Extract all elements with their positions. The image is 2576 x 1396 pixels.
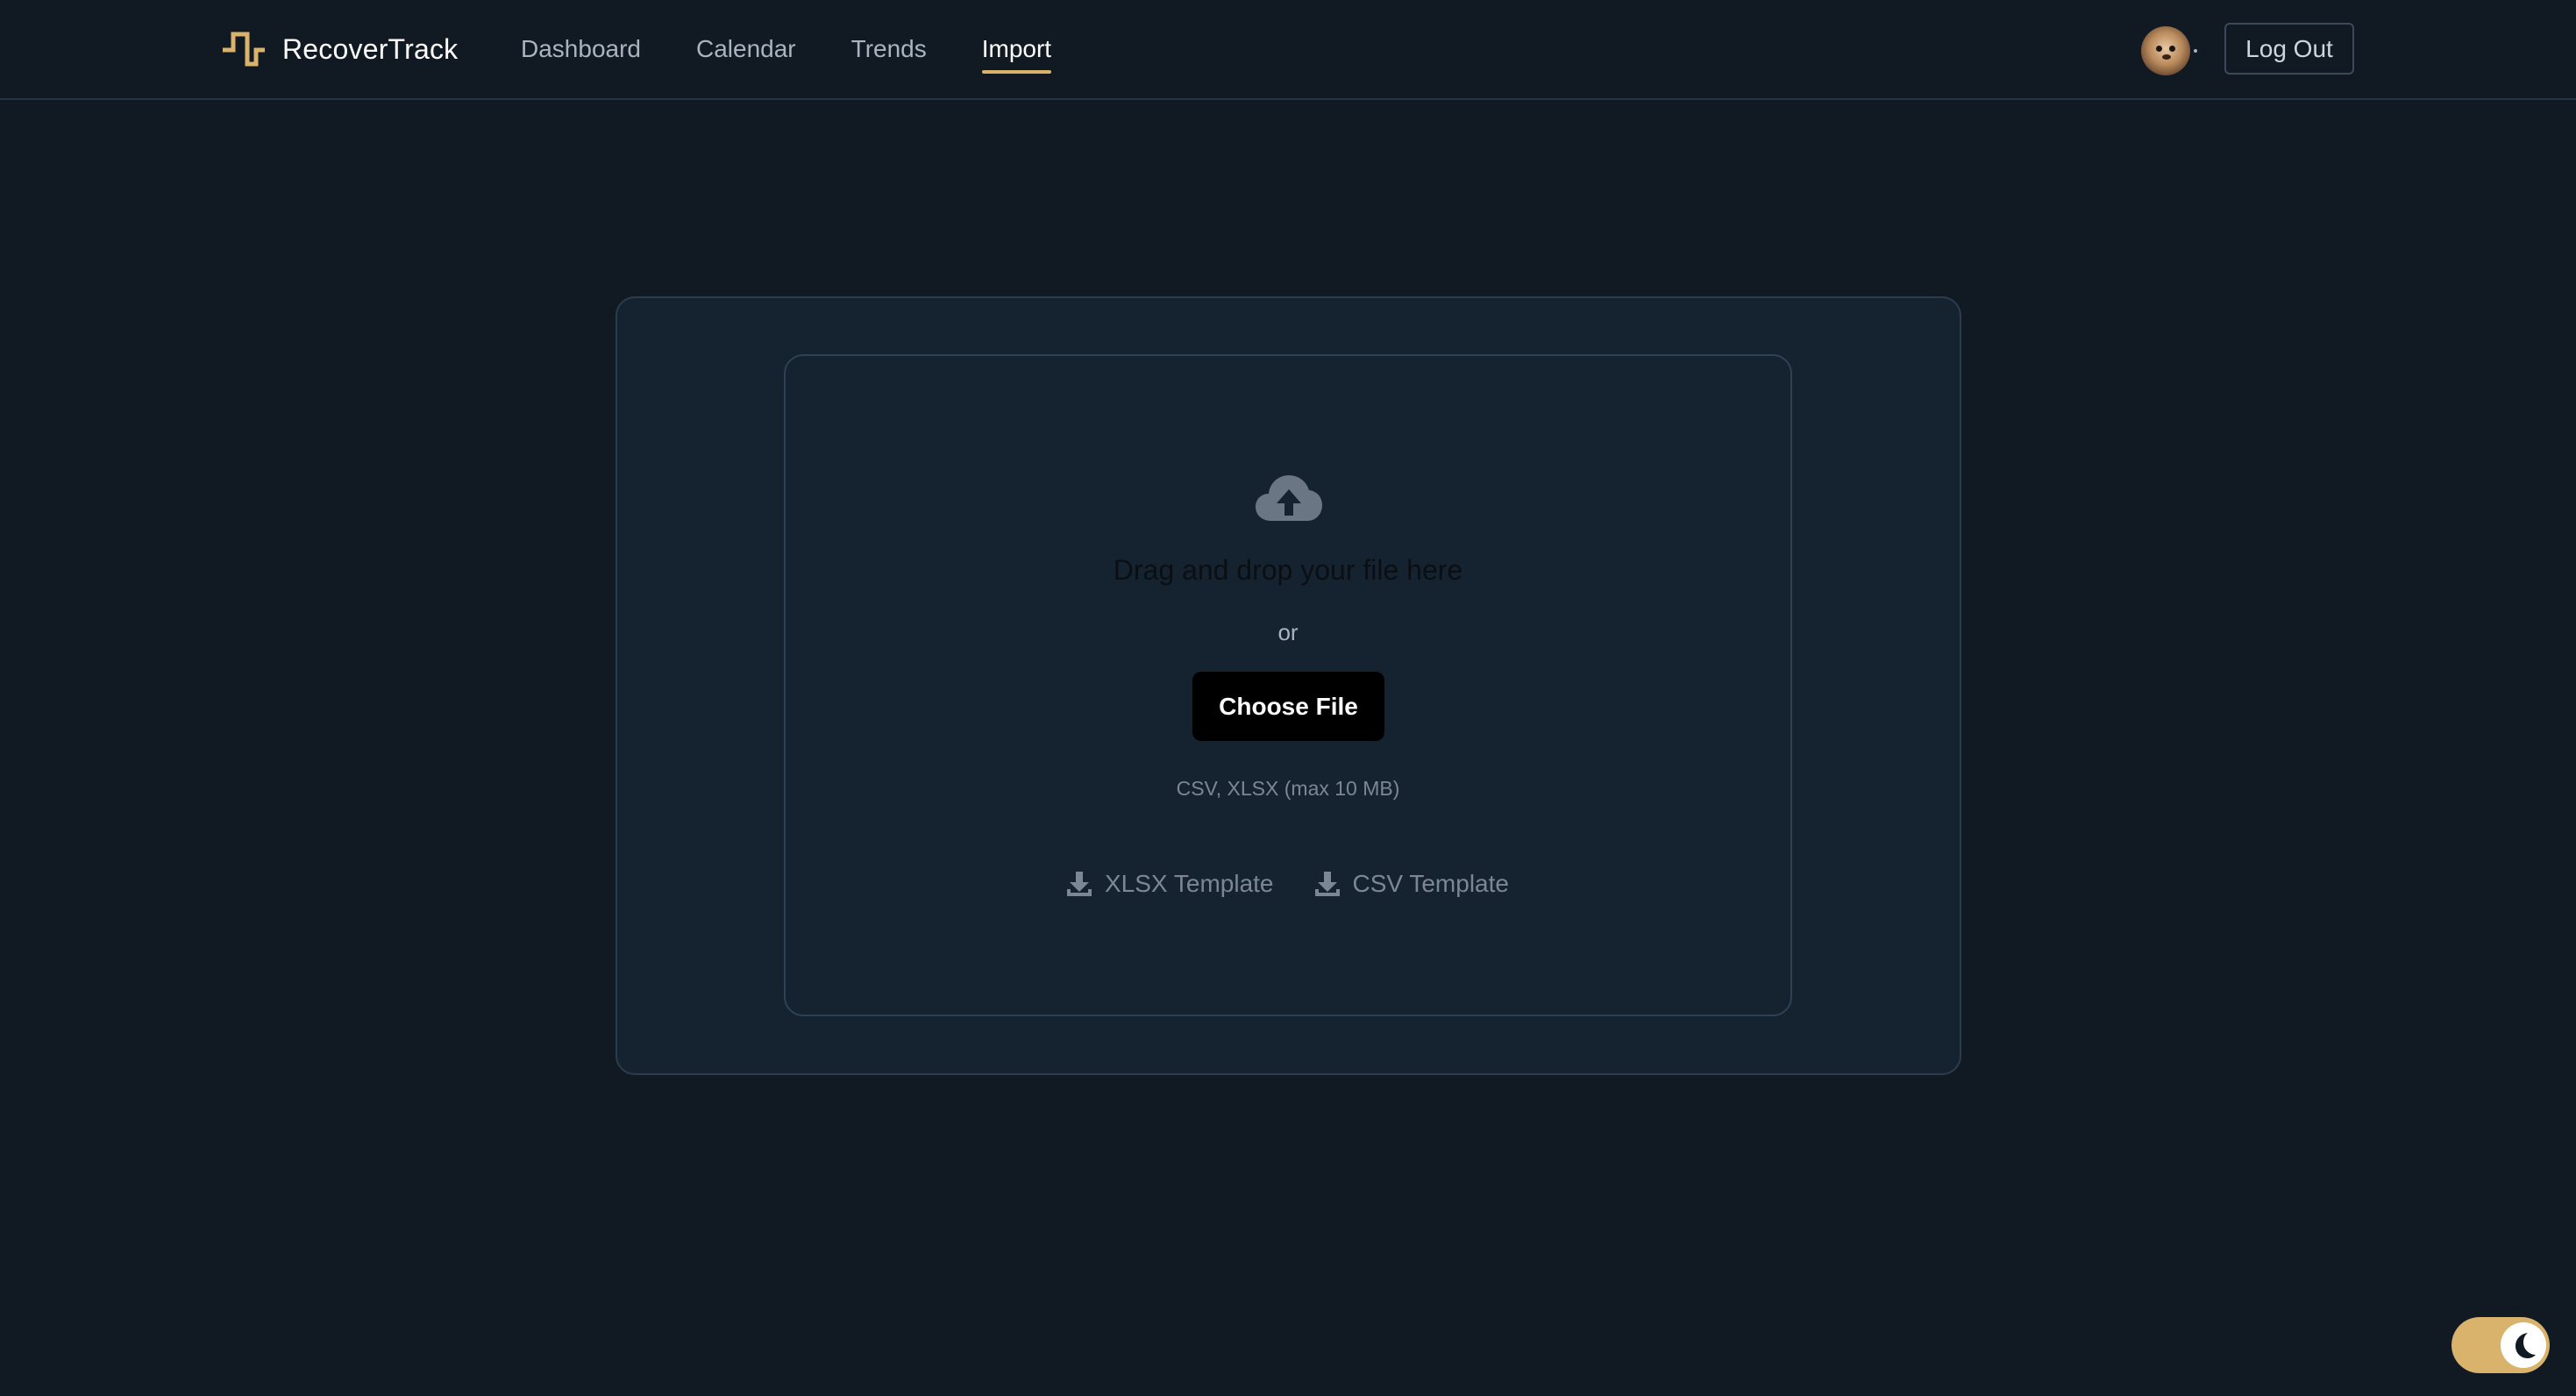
brand[interactable]: RecoverTrack xyxy=(221,26,458,72)
avatar-status-dot xyxy=(2194,49,2197,53)
moon-icon xyxy=(2516,1333,2536,1358)
theme-toggle-knob[interactable] xyxy=(2501,1322,2546,1368)
pulse-step-icon xyxy=(223,32,265,67)
drop-zone-or: or xyxy=(1277,619,1299,645)
csv-template-link[interactable]: CSV Template xyxy=(1314,870,1509,898)
user-avatar[interactable] xyxy=(2141,26,2190,75)
nav-item-dashboard[interactable]: Dashboard xyxy=(521,30,641,68)
download-icon xyxy=(1314,872,1340,896)
download-icon xyxy=(1067,872,1092,896)
xlsx-template-link[interactable]: XLSX Template xyxy=(1066,870,1274,898)
avatar-eye xyxy=(2156,46,2162,52)
top-navbar: RecoverTrack Dashboard Calendar Trends I… xyxy=(0,0,2576,100)
nav-item-calendar[interactable]: Calendar xyxy=(696,30,796,68)
logout-button[interactable]: Log Out xyxy=(2224,23,2354,75)
avatar-eye xyxy=(2169,46,2175,52)
nav-item-import[interactable]: Import xyxy=(981,30,1052,74)
csv-template-label: CSV Template xyxy=(1352,870,1509,897)
choose-file-button[interactable]: Choose File xyxy=(1192,672,1384,741)
xlsx-template-label: XLSX Template xyxy=(1105,870,1274,897)
template-links: XLSX Template CSV Template xyxy=(1066,866,1509,901)
brand-name: RecoverTrack xyxy=(282,32,459,65)
drop-zone-title: Drag and drop your file here xyxy=(1113,554,1463,586)
avatar-nose xyxy=(2162,54,2171,60)
file-format-hint: CSV, XLSX (max 10 MB) xyxy=(1176,777,1400,800)
nav-item-trends[interactable]: Trends xyxy=(851,30,927,68)
cloud-upload-icon xyxy=(1256,475,1322,521)
main-nav: Dashboard Calendar Trends Import xyxy=(521,26,1107,74)
